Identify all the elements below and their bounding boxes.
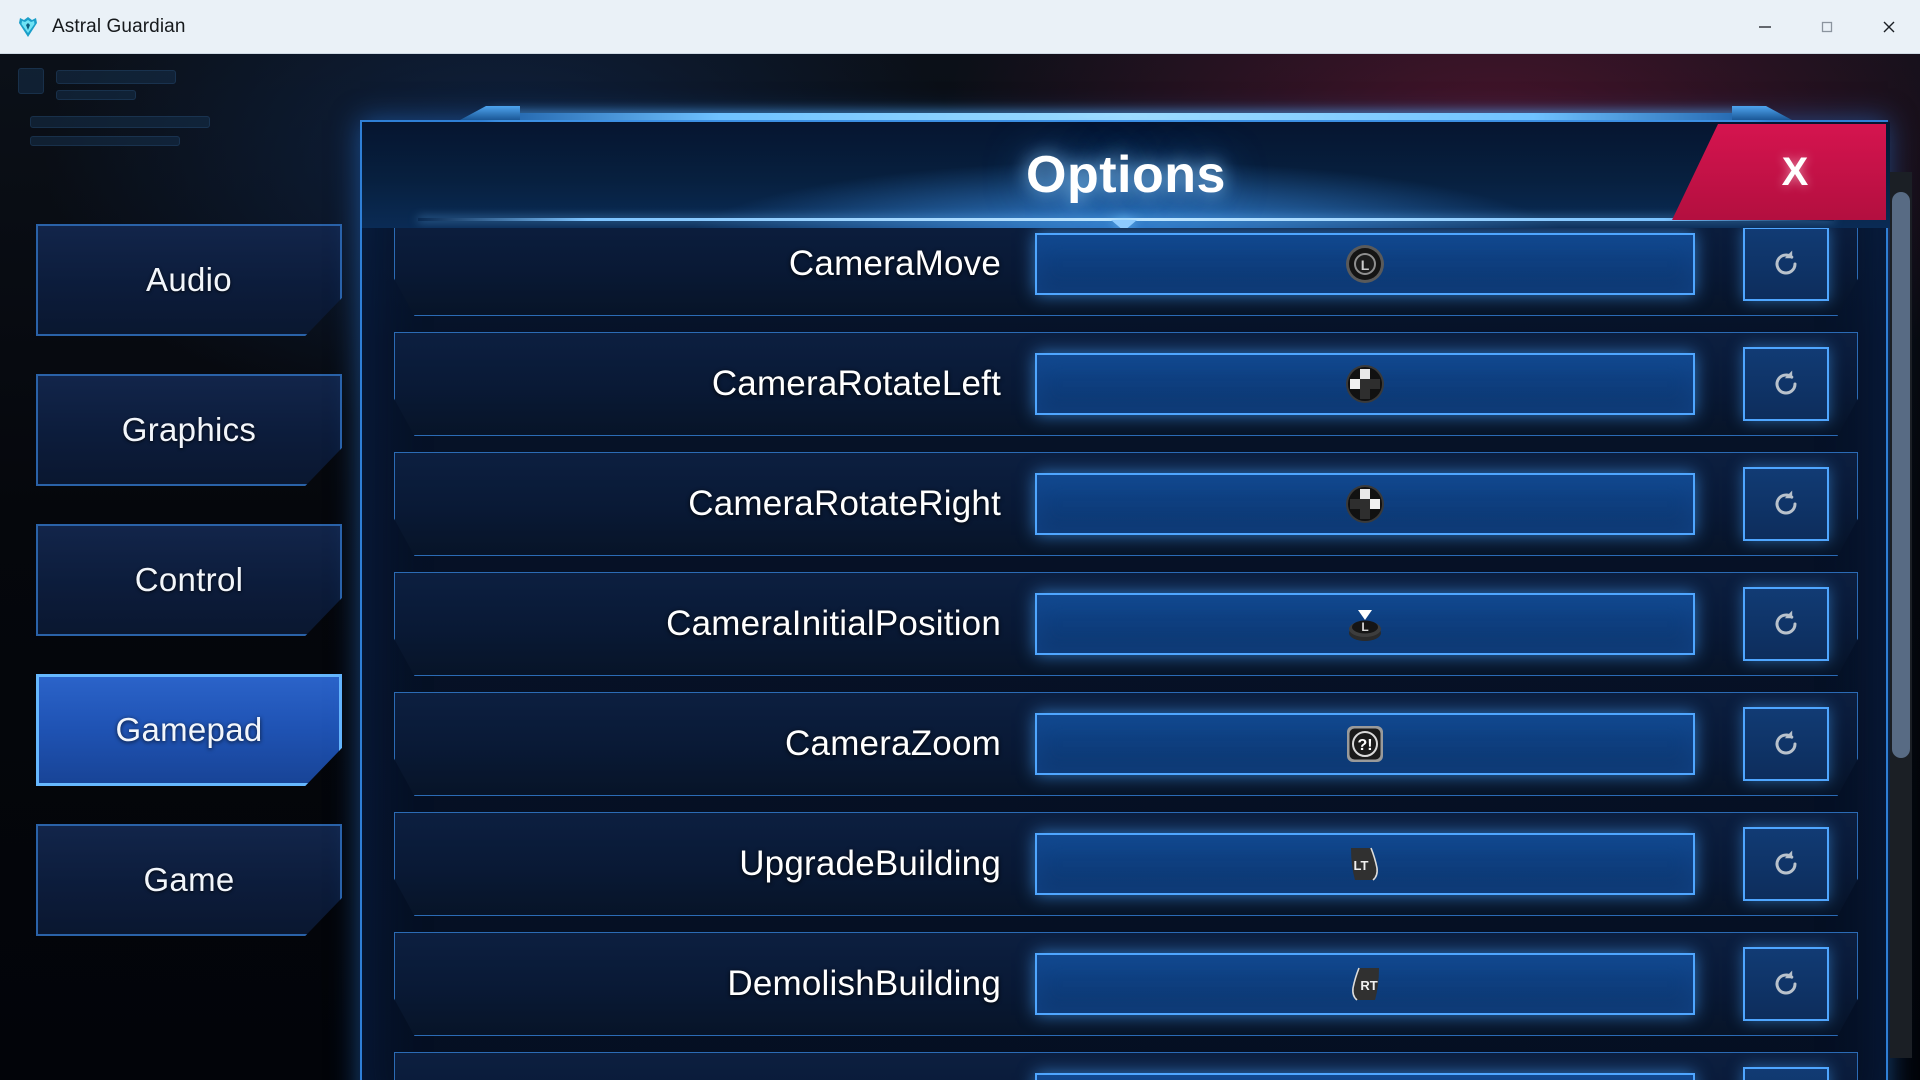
binding-action-label: CameraMove: [788, 244, 1001, 283]
left-trigger-icon: LT: [1345, 842, 1385, 886]
reset-binding-button[interactable]: [1743, 947, 1829, 1021]
scrollbar-thumb[interactable]: [1892, 192, 1910, 758]
reset-binding-button[interactable]: [1743, 827, 1829, 901]
game-background: Pause Back To Main Menu Retun to Desktop…: [0, 54, 1920, 1080]
options-sidebar: Audio Graphics Control Gamepad Game: [36, 224, 342, 974]
sidebar-item-gamepad[interactable]: Gamepad: [36, 674, 342, 786]
keybindings-list: CameraMove L CameraRotateLeft CameraRota…: [362, 228, 1890, 1080]
left-stick-icon: L: [1344, 243, 1386, 285]
window-title: Astral Guardian: [52, 15, 186, 37]
binding-row[interactable]: TechMenu Y: [394, 1052, 1858, 1080]
sidebar-item-label: Control: [134, 561, 244, 598]
svg-text:?!: ?!: [1357, 737, 1372, 754]
right-trigger-icon: RT: [1345, 962, 1385, 1006]
binding-value-field[interactable]: RT: [1035, 953, 1695, 1015]
sidebar-item-label: Gamepad: [115, 711, 263, 748]
binding-row[interactable]: CameraMove L: [394, 228, 1858, 316]
vertical-scrollbar[interactable]: [1890, 172, 1912, 1058]
svg-text:L: L: [1361, 257, 1370, 273]
reset-binding-button[interactable]: [1743, 1067, 1829, 1080]
binding-row[interactable]: CameraRotateRight: [394, 452, 1858, 556]
binding-action-label: CameraZoom: [785, 724, 1001, 763]
binding-row[interactable]: CameraZoom ?!: [394, 692, 1858, 796]
binding-row[interactable]: CameraInitialPosition L: [394, 572, 1858, 676]
sidebar-item-audio[interactable]: Audio: [36, 224, 342, 336]
dialog-title-bar: Options: [362, 122, 1890, 228]
astral-crest-icon: [16, 15, 40, 39]
unassigned-icon: ?!: [1345, 724, 1385, 764]
options-dialog: Options X CameraMove L CameraRotateLeft …: [360, 106, 1890, 1080]
binding-value-field[interactable]: Y: [1035, 1073, 1695, 1080]
dialog-top-chrome: [360, 104, 1892, 124]
binding-action-label: CameraRotateLeft: [711, 364, 1001, 403]
close-icon: X: [1781, 150, 1809, 194]
binding-action-label: DemolishBuilding: [727, 964, 1001, 1003]
hud-decoration: [18, 64, 348, 174]
sidebar-item-game[interactable]: Game: [36, 824, 342, 936]
window-controls: [1734, 0, 1920, 54]
binding-value-field[interactable]: ?!: [1035, 713, 1695, 775]
sidebar-item-label: Audio: [146, 261, 232, 298]
binding-action-label: UpgradeBuilding: [739, 844, 1001, 883]
left-stick-press-icon: L: [1343, 602, 1387, 646]
sidebar-item-label: Game: [143, 861, 235, 898]
binding-value-field[interactable]: [1035, 473, 1695, 535]
binding-value-field[interactable]: L: [1035, 233, 1695, 295]
svg-text:LT: LT: [1354, 858, 1369, 873]
reset-binding-button[interactable]: [1743, 707, 1829, 781]
binding-row[interactable]: UpgradeBuilding LT: [394, 812, 1858, 916]
binding-row[interactable]: CameraRotateLeft: [394, 332, 1858, 436]
reset-binding-button[interactable]: [1743, 228, 1829, 301]
sidebar-item-graphics[interactable]: Graphics: [36, 374, 342, 486]
close-icon[interactable]: [1858, 0, 1920, 54]
dpad-left-icon: [1344, 363, 1386, 405]
maximize-icon[interactable]: [1796, 0, 1858, 54]
binding-value-field[interactable]: [1035, 353, 1695, 415]
binding-value-field[interactable]: LT: [1035, 833, 1695, 895]
binding-action-label: CameraRotateRight: [688, 484, 1001, 523]
sidebar-item-control[interactable]: Control: [36, 524, 342, 636]
svg-text:L: L: [1361, 620, 1368, 634]
binding-row[interactable]: DemolishBuilding RT: [394, 932, 1858, 1036]
sidebar-item-label: Graphics: [121, 411, 257, 448]
reset-binding-button[interactable]: [1743, 587, 1829, 661]
svg-text:RT: RT: [1360, 978, 1377, 993]
window-titlebar: Astral Guardian: [0, 0, 1920, 54]
minimize-icon[interactable]: [1734, 0, 1796, 54]
reset-binding-button[interactable]: [1743, 467, 1829, 541]
dpad-right-icon: [1344, 483, 1386, 525]
page-title: Options: [1026, 146, 1226, 204]
reset-binding-button[interactable]: [1743, 347, 1829, 421]
binding-value-field[interactable]: L: [1035, 593, 1695, 655]
binding-action-label: CameraInitialPosition: [666, 604, 1001, 643]
